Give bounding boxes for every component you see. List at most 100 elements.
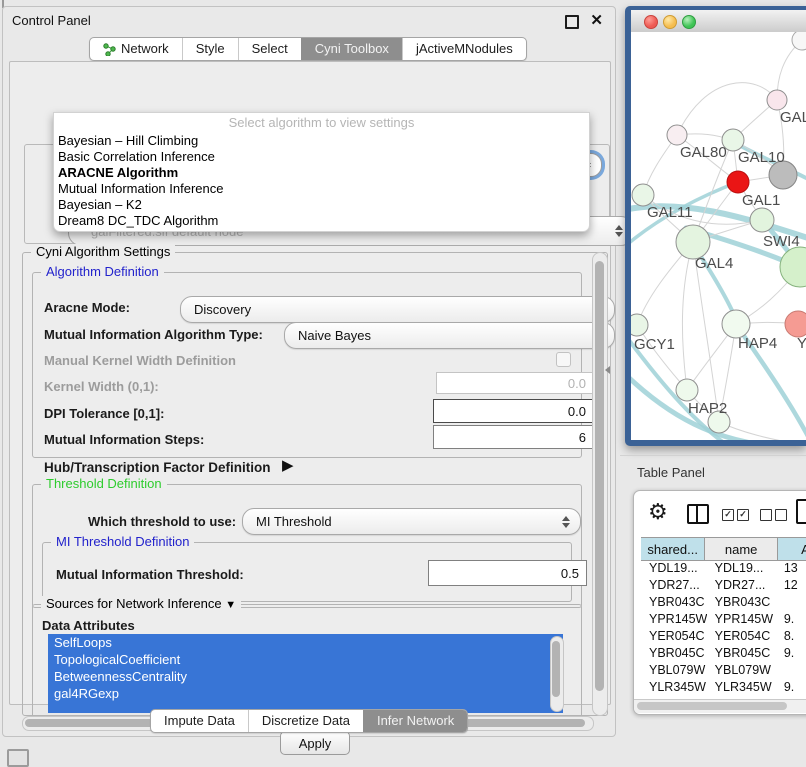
bottom-tab-infer-network[interactable]: Infer Network: [363, 710, 467, 732]
table-cell: YBR043C: [707, 594, 780, 611]
table-body: YDL19...YDL19...13YDR27...YDR27...12YBR0…: [641, 560, 806, 699]
algorithm-option[interactable]: Basic Correlation Inference: [54, 149, 589, 165]
table-cell: YLR345W: [707, 679, 780, 696]
attributes-list-scrollbar[interactable]: [550, 636, 564, 712]
export-table-icon[interactable]: [796, 499, 806, 524]
control-panel-title: Control Panel: [12, 13, 91, 28]
mi-threshold-legend: MI Threshold Definition: [51, 534, 194, 549]
dpi-tolerance-label: DPI Tolerance [0,1]:: [44, 406, 164, 421]
node-label: GAL11: [647, 204, 693, 221]
algorithm-option[interactable]: Bayesian – K2: [54, 197, 589, 213]
network-node[interactable]: [780, 247, 806, 287]
tab-label: Network: [121, 38, 169, 60]
threshold-definition-legend: Threshold Definition: [41, 476, 167, 491]
column-header[interactable]: name: [705, 538, 778, 560]
table-settings-gear-icon[interactable]: ⚙: [648, 499, 668, 525]
manual-kernel-checkbox[interactable]: [556, 352, 571, 367]
node-label: GAL4: [695, 255, 733, 272]
which-threshold-combo[interactable]: MI Threshold: [242, 508, 581, 535]
column-header[interactable]: A: [778, 538, 806, 560]
network-edge[interactable]: [682, 242, 693, 390]
table-cell: [780, 594, 806, 611]
network-node[interactable]: [676, 225, 710, 259]
node-label: HAP2: [688, 400, 727, 417]
table-cell: YER054C: [707, 628, 780, 645]
select-all-icon[interactable]: ✓✓: [722, 509, 752, 527]
table-cell: YDR27...: [707, 577, 780, 594]
network-canvas[interactable]: GALGAL80GAL10GAL1GAL11SWI4GAL4GCY1HAP4YH…: [631, 32, 806, 440]
table-row[interactable]: YER054CYER054C8.: [641, 628, 806, 645]
algorithm-option[interactable]: ARACNE Algorithm: [54, 165, 589, 181]
table-browser-window: ⚙ ✓✓ shared...nameA YDL19...YDL19...13YD…: [633, 490, 806, 715]
algorithm-dropdown-placeholder[interactable]: Select algorithm to view settings: [54, 113, 589, 133]
minimized-panel-icon[interactable]: [7, 749, 29, 767]
tab-network[interactable]: Network: [90, 38, 182, 60]
network-node[interactable]: [667, 125, 687, 145]
data-attributes-list[interactable]: SelfLoopsTopologicalCoefficientBetweenne…: [48, 634, 563, 713]
network-node[interactable]: [722, 310, 750, 338]
mi-steps-field[interactable]: 6: [433, 425, 594, 449]
network-node[interactable]: [792, 32, 806, 50]
hub-section-label[interactable]: Hub/Transcription Factor Definition: [44, 460, 271, 475]
aracne-mode-combo[interactable]: Discovery: [180, 296, 615, 323]
close-panel-icon[interactable]: ✕: [590, 11, 603, 29]
table-row[interactable]: YDR27...YDR27...12: [641, 577, 806, 594]
float-panel-icon[interactable]: [565, 15, 579, 29]
apply-button[interactable]: Apply: [280, 731, 350, 755]
deselect-all-icon[interactable]: [760, 509, 790, 527]
tab-style[interactable]: Style: [182, 38, 238, 60]
tab-cyni-toolbox[interactable]: Cyni Toolbox: [301, 38, 402, 60]
table-row[interactable]: YDL19...YDL19...13: [641, 560, 806, 577]
table-row[interactable]: YBL079WYBL079W: [641, 662, 806, 679]
network-node[interactable]: [767, 90, 787, 110]
table-cell: YBR045C: [707, 645, 780, 662]
network-edge[interactable]: [677, 83, 777, 135]
network-window-titlebar[interactable]: [631, 10, 806, 33]
kernel-width-field[interactable]: 0.0: [436, 372, 594, 394]
dpi-tolerance-field[interactable]: 0.0: [433, 399, 594, 423]
table-row[interactable]: YBR043CYBR043C: [641, 594, 806, 611]
table-cell: 9.: [780, 679, 806, 696]
algorithm-option[interactable]: Dream8 DC_TDC Algorithm: [54, 213, 589, 229]
table-horizontal-scrollbar[interactable]: [634, 699, 806, 713]
network-node[interactable]: [750, 208, 774, 232]
network-icon: [103, 43, 116, 56]
node-label: GAL1: [742, 192, 780, 209]
algorithm-dropdown-items: Bayesian – Hill ClimbingBasic Correlatio…: [54, 133, 589, 229]
data-attribute-item[interactable]: SelfLoops: [48, 634, 563, 651]
column-visibility-icon[interactable]: [687, 504, 709, 524]
data-attribute-item[interactable]: BetweennessCentrality: [48, 668, 563, 685]
cyni-toolbox-panel: galFiltered.sif default node Cyni Algori…: [9, 61, 611, 705]
spinner-icon: [562, 516, 570, 528]
split-pane-collapse-icon[interactable]: [605, 366, 610, 374]
settings-vertical-scrollbar[interactable]: [592, 252, 608, 716]
table-cell: YER054C: [641, 628, 707, 645]
bottom-tab-impute-data[interactable]: Impute Data: [151, 710, 248, 732]
network-node[interactable]: [727, 171, 749, 193]
data-attribute-item[interactable]: gal4RGexp: [48, 685, 563, 702]
hub-expand-icon[interactable]: ▶: [282, 456, 294, 474]
network-node[interactable]: [631, 314, 648, 336]
window-close-icon[interactable]: [644, 15, 658, 29]
control-panel: Control Panel ✕ Network StyleSelectCyni T…: [2, 6, 616, 737]
algorithm-option[interactable]: Bayesian – Hill Climbing: [54, 133, 589, 149]
network-node[interactable]: [785, 311, 806, 337]
algorithm-option[interactable]: Mutual Information Inference: [54, 181, 589, 197]
table-row[interactable]: YBR045CYBR045C9.: [641, 645, 806, 662]
table-row[interactable]: YPR145WYPR145W9.: [641, 611, 806, 628]
tab-jactivemnodules[interactable]: jActiveMNodules: [402, 38, 526, 60]
sources-collapse-icon[interactable]: ▼: [225, 599, 236, 611]
window-minimize-icon[interactable]: [663, 15, 677, 29]
window-zoom-icon[interactable]: [682, 15, 696, 29]
mi-threshold-field[interactable]: 0.5: [428, 560, 587, 586]
tab-select[interactable]: Select: [238, 38, 301, 60]
sources-legend[interactable]: Sources for Network Inference ▼: [41, 596, 241, 611]
network-node[interactable]: [676, 379, 698, 401]
table-row[interactable]: YLR345WYLR345W9.: [641, 679, 806, 696]
mi-type-label: Mutual Information Algorithm Type:: [44, 327, 263, 342]
data-attribute-item[interactable]: TopologicalCoefficient: [48, 651, 563, 668]
bottom-tab-discretize-data[interactable]: Discretize Data: [248, 710, 363, 732]
mi-type-combo[interactable]: Naive Bayes: [284, 322, 615, 349]
network-node[interactable]: [632, 184, 654, 206]
column-header[interactable]: shared...: [641, 538, 705, 560]
